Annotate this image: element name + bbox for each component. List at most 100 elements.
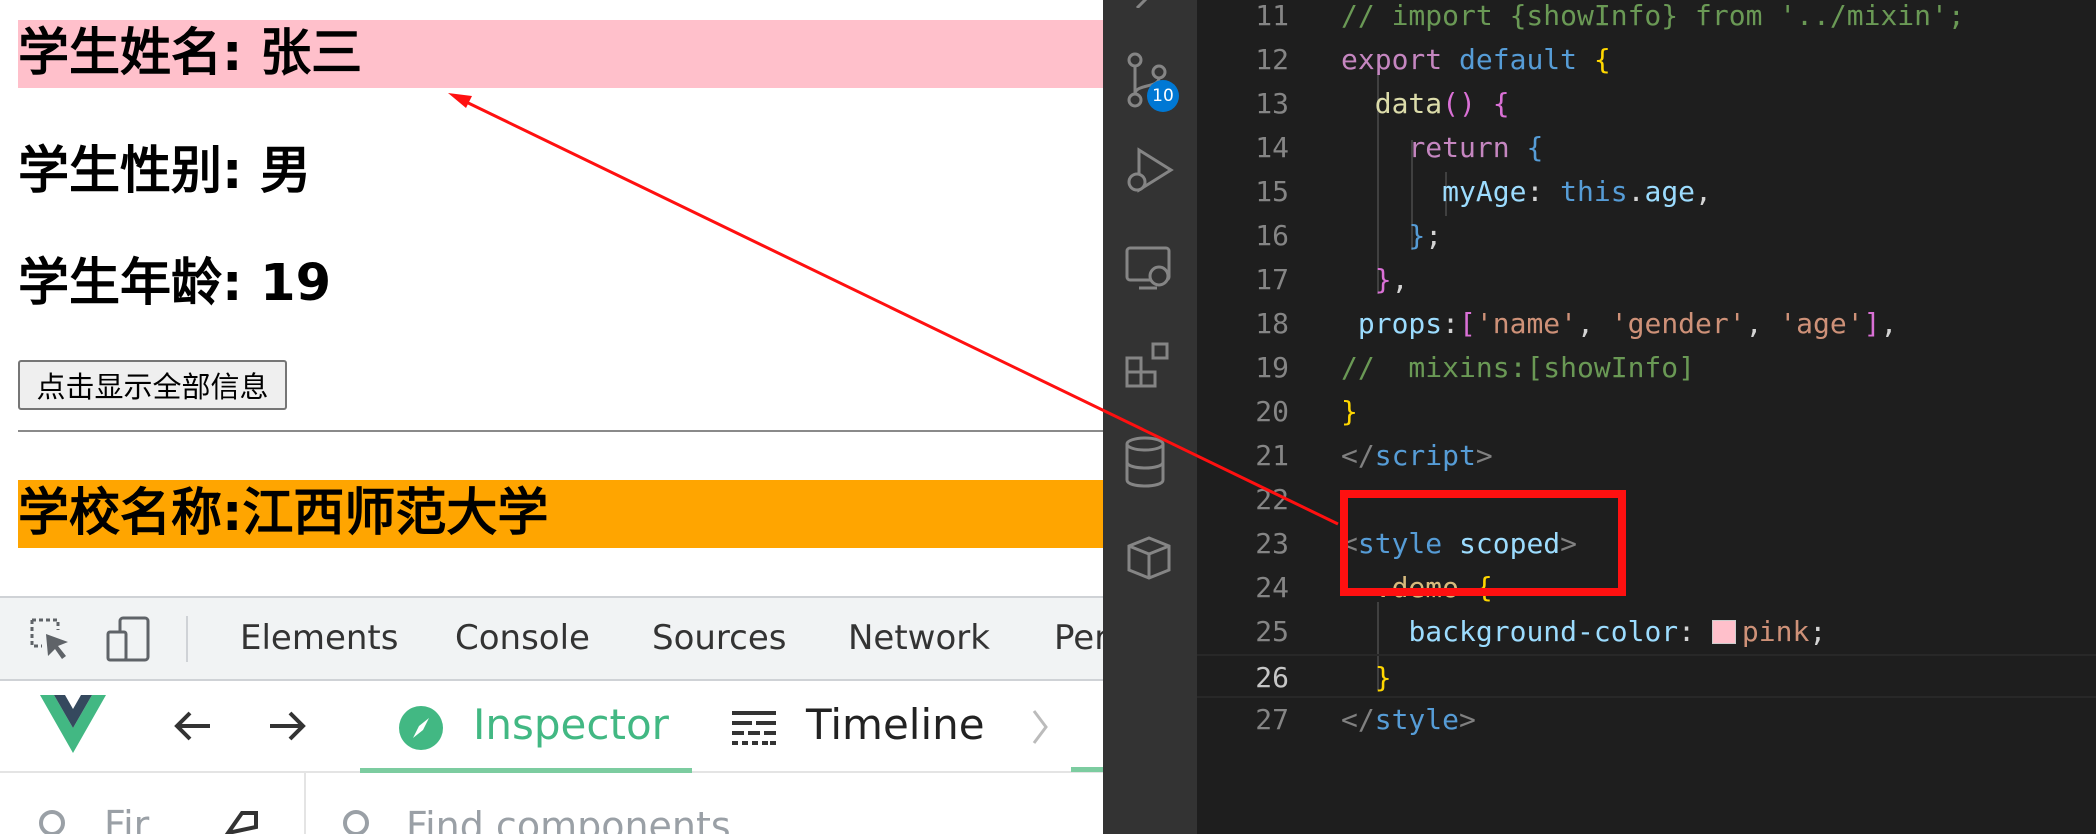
code-line[interactable]: 17 }, [1197,258,2096,302]
code-token: style [1357,527,1443,560]
find-components-input[interactable] [406,801,1056,834]
line-number: 11 [1255,0,1289,32]
tab-timeline[interactable]: Timeline [732,681,1032,773]
code-token: { [1526,131,1544,164]
code-token: : [1442,307,1460,340]
line-number: 16 [1255,219,1289,252]
code-editor[interactable]: 11// import {showInfo} from '../mixin'; 1… [1197,0,2096,834]
code-line[interactable]: 27 </style> [1197,698,2096,742]
code-line[interactable]: 13 data() { [1197,82,2096,126]
line-number: 24 [1255,571,1289,604]
run-debug-icon[interactable] [1125,146,1175,196]
code-token: // mixins:[showInfo] [1341,351,1696,384]
code-token: . [1627,175,1645,208]
code-line[interactable]: 19 // mixins:[showInfo] [1197,346,2096,390]
package-icon[interactable] [1125,534,1173,580]
search-icon [39,810,65,834]
show-all-info-button[interactable]: 点击显示全部信息 [18,360,287,410]
code-token: > [1560,527,1578,560]
school-name: 学校名称:江西师范大学 [18,480,1103,548]
device-toggle-icon[interactable] [106,616,152,662]
code-text: background-color: pink; [1341,610,1826,654]
code-line[interactable]: 21 </script> [1197,434,2096,478]
chevron-right-icon[interactable] [1030,707,1050,747]
code-token: , [1745,307,1780,340]
code-text: } [1341,390,1358,434]
vue-devtools-bar: Inspector Timeline [0,681,1103,773]
code-line[interactable]: 14 return { [1197,126,2096,170]
code-token: ; [1809,615,1827,648]
code-text: myAge: this.age, [1341,170,1712,214]
code-line[interactable]: 16 }; [1197,214,2096,258]
remote-explorer-icon[interactable] [1125,246,1173,292]
line-number: 20 [1255,395,1289,428]
extensions-icon[interactable] [1125,340,1173,388]
code-token: return [1408,131,1510,164]
inspect-element-icon[interactable] [28,616,74,662]
code-line[interactable]: 20} [1197,390,2096,434]
code-token: background-color [1408,615,1679,648]
line-number: 22 [1255,483,1289,516]
code-token: age [1644,175,1696,208]
code-token: > [1475,439,1493,472]
line-number: 14 [1255,131,1289,164]
code-line[interactable]: 12 export default { [1197,38,2096,82]
code-token: 'gender' [1610,307,1746,340]
code-text: }; [1341,214,1442,258]
code-token: .demo [1374,571,1460,604]
code-token: 'name' [1475,307,1578,340]
code-text: } [1341,656,1392,700]
code-token: } [1408,219,1426,252]
code-token: , [1880,307,1898,340]
code-token: ; [1425,219,1443,252]
code-line[interactable]: 22 [1197,478,2096,522]
filter-input[interactable]: Fir [104,803,149,834]
tab-elements[interactable]: Elements [240,598,398,678]
code-line[interactable]: 24 .demo { [1197,566,2096,610]
chevron-icon[interactable] [1125,0,1165,8]
code-token: : [1678,615,1712,648]
line-number: 13 [1255,87,1289,120]
code-token: , [1577,307,1611,340]
tab-performance[interactable]: Per [1054,598,1103,678]
database-icon[interactable] [1125,436,1169,488]
search-divider [304,773,306,834]
vscode-window: 10 11// import {showInfo} from '../mixin… [1103,0,2096,834]
line-number: 17 [1255,263,1289,296]
code-token: > [1459,703,1476,736]
back-arrow-icon[interactable] [172,705,214,747]
forward-arrow-icon[interactable] [266,705,308,747]
tab-sources[interactable]: Sources [652,598,787,678]
code-line[interactable]: 15 myAge: this.age, [1197,170,2096,214]
activity-bar: 10 [1103,0,1197,834]
code-line[interactable]: 26 } [1197,654,2096,698]
tag-icon[interactable] [222,807,262,834]
code-token: ] [1863,307,1881,340]
code-line[interactable]: 11 // import {showInfo} from '../mixin'; [1197,0,2096,38]
tab-inspector[interactable]: Inspector [360,681,692,773]
code-token: myAge [1442,175,1527,208]
tab-console[interactable]: Console [455,598,590,678]
code-token: pink [1741,615,1810,648]
code-token: scoped [1459,527,1561,560]
code-line[interactable]: 25 background-color: pink; [1197,610,2096,654]
line-number: 25 [1255,615,1289,648]
tab-network[interactable]: Network [848,598,990,678]
code-line[interactable]: 18 props:['name', 'gender', 'age'], [1197,302,2096,346]
vue-search-row: Fir [0,773,1103,834]
student-gender: 学生性别: 男 [18,142,312,201]
line-number: 26 [1255,661,1289,694]
student-name: 学生姓名: 张三 [18,20,1103,88]
code-text: // import {showInfo} from '../mixin'; [1341,0,1965,38]
code-line[interactable]: 23 <style scoped> [1197,522,2096,566]
code-token: </ [1341,703,1375,736]
code-token: export [1341,43,1443,76]
